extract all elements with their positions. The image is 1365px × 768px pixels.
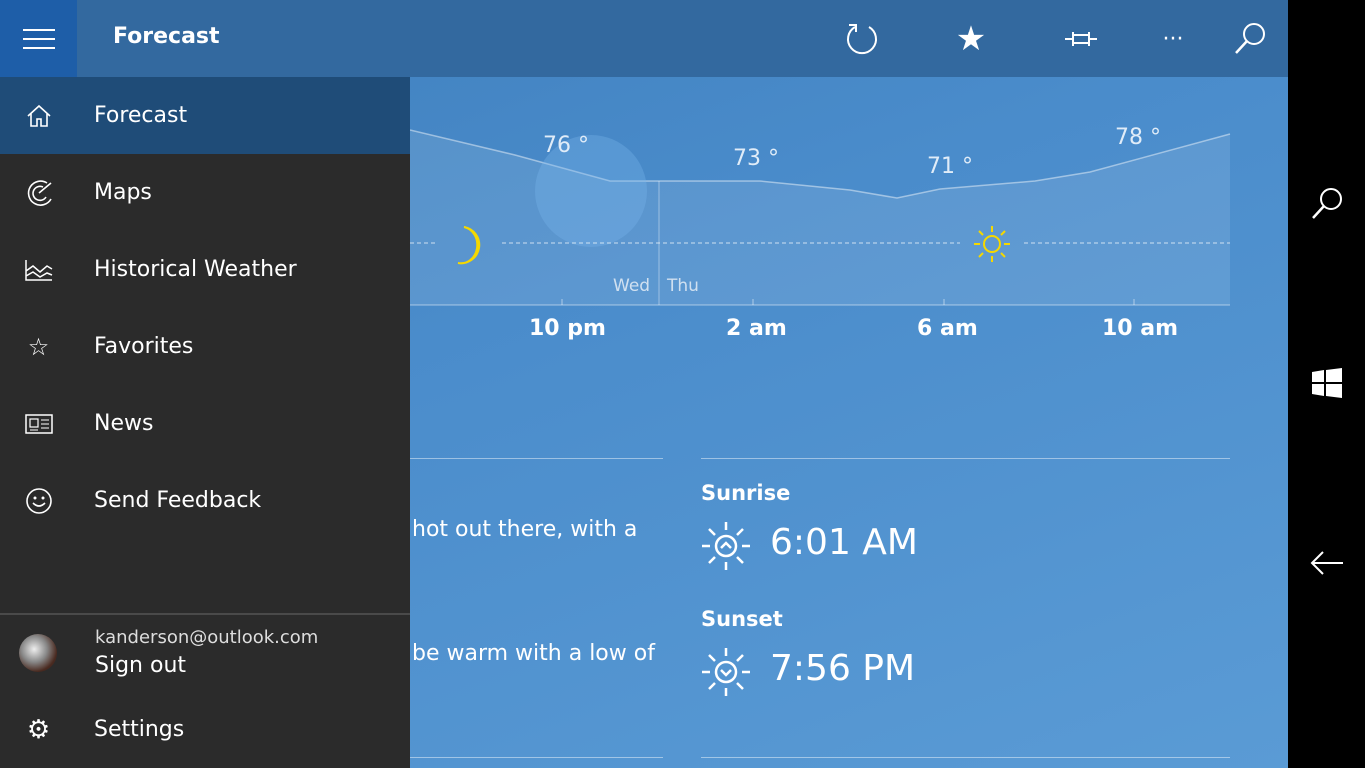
pin-icon (1065, 32, 1097, 46)
refresh-button[interactable] (840, 18, 884, 60)
news-icon (0, 413, 77, 434)
nav-label: Forecast (94, 103, 188, 128)
star-icon: ★ (955, 19, 987, 59)
page-title: Forecast (113, 24, 220, 49)
avatar (19, 634, 57, 672)
sunset-icon (702, 648, 750, 696)
system-start-button[interactable] (1305, 361, 1349, 405)
nav-item-historical-weather[interactable]: Historical Weather (0, 231, 410, 308)
favorite-button[interactable]: ★ (949, 18, 993, 60)
sunrise-label: Sunrise (701, 481, 791, 505)
search-icon (1235, 23, 1265, 54)
hamburger-icon (22, 28, 55, 49)
gear-icon: ⚙ (26, 714, 51, 745)
divider (410, 458, 663, 459)
account-email: kanderson@outlook.com (95, 627, 319, 648)
temp-label: 76 ° (543, 133, 589, 158)
navigation-pane: Forecast Maps Historical Weather ☆ Favori… (0, 77, 410, 768)
nav-item-forecast[interactable]: Forecast (0, 77, 410, 154)
nav-label: News (94, 411, 154, 436)
time-label: 10 am (1102, 316, 1179, 341)
chart-icon (0, 259, 77, 281)
divider (701, 458, 1230, 459)
account-button[interactable]: kanderson@outlook.com Sign out (0, 624, 410, 694)
temp-label: 78 ° (1115, 125, 1161, 150)
radar-icon (0, 179, 77, 207)
system-search-button[interactable] (1305, 182, 1349, 226)
sunset-time: 7:56 PM (770, 648, 916, 689)
divider (410, 757, 663, 758)
weather-app: 76 ° 73 ° 71 ° 78 ° Wed Thu 10 pm 2 am 6… (0, 0, 1288, 768)
nav-item-maps[interactable]: Maps (0, 154, 410, 231)
time-label: 10 pm (529, 316, 606, 341)
search-button[interactable] (1228, 18, 1272, 60)
hamburger-button[interactable] (0, 0, 77, 77)
refresh-icon (847, 24, 877, 55)
sunrise-time: 6:01 AM (770, 522, 918, 563)
windows-icon (1312, 368, 1342, 398)
sign-out-link[interactable]: Sign out (95, 653, 186, 678)
time-label: 6 am (917, 316, 978, 341)
divider (701, 757, 1230, 758)
nav-item-news[interactable]: News (0, 385, 410, 462)
nav-label: Maps (94, 180, 152, 205)
sunrise-icon (702, 522, 750, 570)
day-label: Wed (613, 276, 651, 296)
app-header: Forecast ★ ··· (0, 0, 1288, 77)
home-icon (0, 104, 77, 128)
pin-button[interactable] (1059, 18, 1103, 60)
day-label: Thu (667, 276, 699, 296)
system-back-button[interactable] (1305, 541, 1349, 585)
temp-label: 71 ° (927, 154, 973, 179)
time-label: 2 am (726, 316, 787, 341)
nav-item-settings[interactable]: ⚙ Settings (0, 691, 410, 768)
summary-text: hot out there, with a (412, 517, 638, 542)
temp-label: 73 ° (733, 146, 779, 171)
more-icon: ··· (1162, 26, 1184, 52)
smiley-icon (0, 487, 77, 515)
nav-label: Historical Weather (94, 257, 297, 282)
nav-divider (0, 613, 410, 615)
favorites-icon: ☆ (27, 332, 50, 361)
nav-label: Settings (94, 717, 185, 742)
nav-item-favorites[interactable]: ☆ Favorites (0, 308, 410, 385)
sunset-label: Sunset (701, 607, 783, 631)
nav-label: Favorites (94, 334, 194, 359)
nav-label: Send Feedback (94, 488, 262, 513)
nav-item-send-feedback[interactable]: Send Feedback (0, 462, 410, 539)
summary-text: be warm with a low of (412, 641, 655, 666)
back-arrow-icon (1310, 551, 1343, 575)
more-button[interactable]: ··· (1151, 18, 1195, 60)
search-icon (1312, 188, 1342, 219)
